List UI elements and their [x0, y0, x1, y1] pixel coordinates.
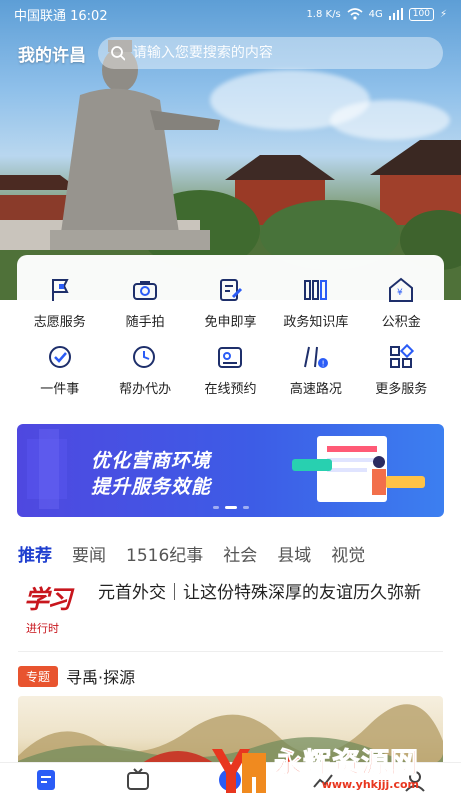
tab-headlines[interactable]: 要闻	[72, 541, 106, 566]
news-tabs: 推荐 要闻 1516纪事 社会 县域 视觉	[18, 538, 461, 568]
search-icon	[111, 46, 125, 61]
services-card: 志愿服务 随手拍 免申即享 政务知识库 ¥ 公积金 一件事 帮办代办 在线预约	[17, 255, 444, 412]
service-label: 免申即享	[204, 315, 257, 330]
logo-small-text: 进行时	[26, 622, 59, 635]
status-bar: 中国联通 16:02 1.8 K/s 4G 100 ⚡	[0, 0, 461, 28]
topic-badge: 专题	[18, 665, 59, 687]
xuexi-logo: 学习 进行时	[18, 580, 84, 640]
service-label: 在线预约	[204, 382, 257, 397]
tv-icon	[127, 767, 150, 790]
home-doc-icon	[37, 769, 56, 790]
svg-text:¥: ¥	[397, 288, 403, 298]
service-label: 随手拍	[125, 315, 165, 330]
banner-line2: 提升服务效能	[91, 476, 212, 498]
carousel-dots	[212, 506, 249, 509]
city-title[interactable]: 我的许昌	[18, 41, 86, 66]
service-label: 帮办代办	[119, 382, 172, 397]
logo-big-text: 学习	[24, 585, 72, 614]
service-label: 政务知识库	[283, 315, 349, 330]
flag-icon	[51, 279, 69, 301]
wifi-icon	[347, 8, 363, 20]
service-label: 高速路况	[289, 382, 342, 397]
service-knowledge-base[interactable]: 政务知识库	[273, 275, 358, 330]
battery-icon: 100	[408, 7, 434, 21]
grid-more-icon	[390, 343, 415, 368]
topic-header[interactable]: 专题 寻禹·探源	[18, 664, 135, 688]
calendar-icon	[218, 347, 243, 368]
charging-icon: ⚡	[439, 8, 447, 20]
camera-icon	[133, 281, 158, 300]
clock-person-icon	[133, 346, 156, 368]
service-label: 志愿服务	[33, 315, 86, 330]
service-snapshot[interactable]: 随手拍	[102, 275, 187, 330]
search-bar[interactable]	[98, 37, 443, 69]
service-no-apply[interactable]: 免申即享	[188, 275, 273, 330]
service-label: 一件事	[40, 382, 80, 397]
service-volunteer[interactable]: 志愿服务	[17, 275, 102, 330]
signal-icon	[388, 8, 403, 20]
service-label: 公积金	[381, 315, 421, 330]
service-label: 更多服务	[375, 382, 428, 397]
nav-home[interactable]	[33, 767, 59, 797]
carrier-time: 中国联通 16:02	[14, 8, 108, 24]
carousel-dot-active[interactable]	[224, 506, 237, 509]
news-item[interactable]: 学习 进行时 元首外交｜让这份特殊深厚的友谊历久弥新	[18, 580, 443, 652]
banner-illustration	[27, 429, 425, 509]
watermark-logo-icon	[212, 749, 266, 793]
watermark-text: 永辉资源网	[273, 745, 420, 779]
watermark: 永辉资源网 www.yhkjjj.com	[208, 740, 419, 798]
network-speed: 1.8 K/s	[306, 8, 341, 20]
statue-illustration	[50, 40, 220, 250]
service-more[interactable]: 更多服务	[359, 342, 444, 397]
tab-visual[interactable]: 视觉	[331, 541, 365, 566]
house-yen-icon: ¥	[389, 277, 414, 302]
service-one-thing[interactable]: 一件事	[17, 342, 102, 397]
service-appointment[interactable]: 在线预约	[188, 342, 273, 397]
carousel-dot[interactable]	[242, 506, 249, 509]
search-input[interactable]	[132, 45, 431, 61]
news-title: 元首外交｜让这份特殊深厚的友谊历久弥新	[98, 583, 421, 603]
tab-1516-chronicle[interactable]: 1516纪事	[126, 541, 203, 566]
service-agency[interactable]: 帮办代办	[102, 342, 187, 397]
service-housing-fund[interactable]: ¥ 公积金	[359, 275, 444, 330]
books-icon	[303, 280, 327, 300]
topic-title: 寻禹·探源	[66, 668, 136, 687]
tab-society[interactable]: 社会	[223, 541, 257, 566]
banner-line1: 优化营商环境	[91, 450, 212, 472]
tab-recommend[interactable]: 推荐	[18, 541, 52, 566]
header: 我的许昌	[18, 36, 443, 70]
watermark-url: www.yhkjjj.com	[321, 777, 420, 791]
check-circle-icon	[48, 346, 71, 368]
service-highway[interactable]: ! 高速路况	[273, 342, 358, 397]
nav-tv[interactable]	[125, 767, 151, 797]
svg-text:!: !	[321, 360, 324, 369]
form-edit-icon	[220, 279, 243, 301]
carousel-dot[interactable]	[212, 506, 219, 509]
signal-label: 4G	[368, 8, 383, 20]
road-alert-icon: !	[303, 346, 328, 369]
promo-banner[interactable]: 优化营商环境 提升服务效能	[17, 424, 444, 517]
tab-county[interactable]: 县域	[277, 541, 311, 566]
